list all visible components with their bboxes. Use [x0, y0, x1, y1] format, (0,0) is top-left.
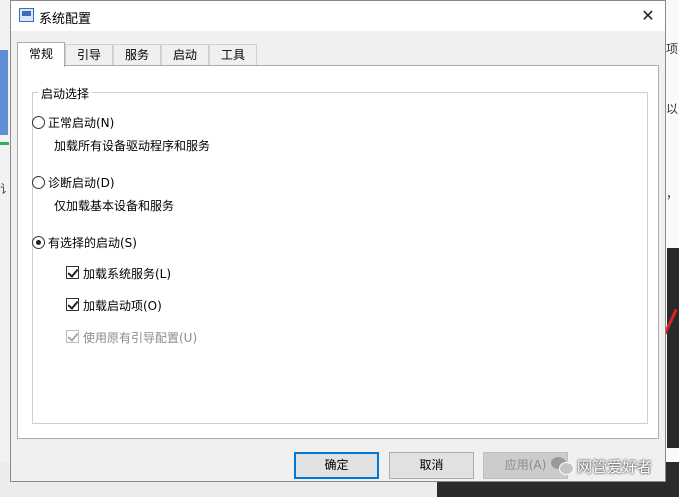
- load-system-services-checkbox[interactable]: [66, 266, 79, 279]
- load-startup-items-label[interactable]: 加载启动项(O): [83, 297, 162, 314]
- normal-startup-description: 加载所有设备驱动程序和服务: [54, 139, 211, 153]
- title-bar[interactable]: 系统配置 ✕: [11, 1, 665, 31]
- watermark-text: 网管爱好者: [577, 457, 653, 476]
- use-original-boot-config-label: 使用原有引导配置(U): [83, 331, 198, 345]
- checkmark-icon: [67, 298, 79, 310]
- cancel-button[interactable]: 取消: [389, 452, 474, 479]
- wechat-icon: [551, 457, 574, 475]
- tab-startup[interactable]: 启动: [161, 44, 209, 65]
- checkmark-icon: [67, 330, 79, 342]
- use-original-boot-config-checkbox: [66, 330, 79, 343]
- system-config-dialog: 系统配置 ✕ 常规 引导 服务 启动 工具 启动选择 正常启动(N) 加载所有设…: [10, 0, 666, 482]
- close-icon: ✕: [641, 6, 655, 25]
- tab-boot[interactable]: 引导: [65, 44, 113, 65]
- selective-startup-label[interactable]: 有选择的启动(S): [48, 234, 137, 251]
- startup-selection-title: 启动选择: [38, 85, 93, 102]
- diagnostic-startup-label[interactable]: 诊断启动(D): [48, 174, 115, 191]
- window-title: 系统配置: [39, 12, 92, 27]
- normal-startup-label[interactable]: 正常启动(N): [48, 114, 114, 131]
- tab-tools[interactable]: 工具: [209, 44, 257, 65]
- diagnostic-startup-description: 仅加载基本设备和服务: [54, 199, 175, 213]
- checkmark-icon: [67, 266, 79, 278]
- background-text-right: 项: [666, 42, 679, 56]
- tab-services[interactable]: 服务: [113, 44, 161, 65]
- tab-general[interactable]: 常规: [17, 42, 65, 67]
- background-app-right: 项 以 ，: [662, 0, 679, 497]
- background-dark-panel: [667, 248, 679, 448]
- background-text-right: ，: [666, 187, 679, 201]
- load-startup-items-checkbox[interactable]: [66, 298, 79, 311]
- watermark: 网管爱好者: [551, 451, 652, 481]
- load-system-services-label[interactable]: 加载系统服务(L): [83, 265, 171, 282]
- msconfig-app-icon: [19, 8, 34, 22]
- background-app-left: 讠: [0, 0, 12, 497]
- background-text-right: 以: [666, 102, 679, 116]
- close-button[interactable]: ✕: [631, 1, 665, 31]
- background-image-strip: [0, 50, 8, 135]
- diagnostic-startup-radio[interactable]: [32, 176, 45, 189]
- ok-button[interactable]: 确定: [294, 452, 379, 479]
- general-tab-panel: 启动选择 正常启动(N) 加载所有设备驱动程序和服务 诊断启动(D) 仅加载基本…: [17, 65, 659, 439]
- selective-startup-radio[interactable]: [32, 236, 45, 249]
- normal-startup-radio[interactable]: [32, 116, 45, 129]
- background-green-line: [0, 142, 9, 145]
